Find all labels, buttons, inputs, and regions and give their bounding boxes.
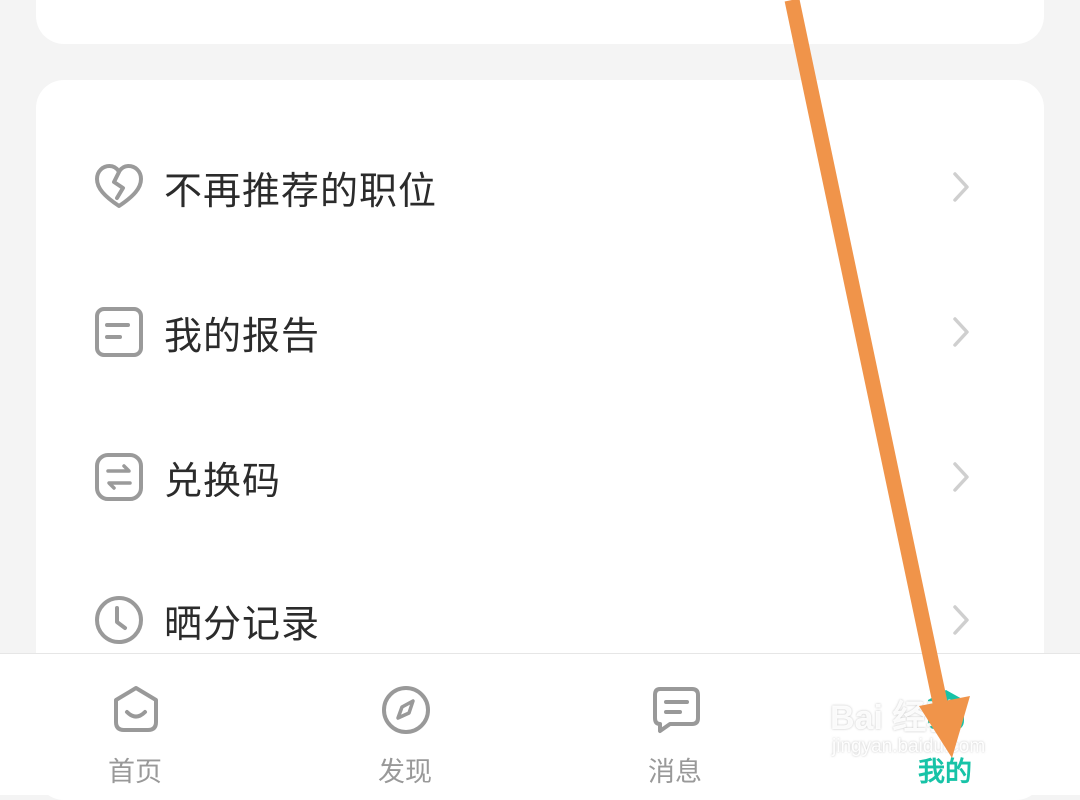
chevron-right-icon [946, 600, 976, 640]
tab-label: 首页 [108, 757, 162, 788]
home-smile-icon [110, 684, 162, 736]
chevron-right-icon [946, 312, 976, 352]
profile-icon [920, 684, 972, 736]
swap-arrows-icon [92, 450, 146, 504]
tab-profile[interactable]: 我的 [875, 654, 1015, 795]
broken-heart-icon [92, 160, 146, 214]
compass-icon [380, 684, 432, 736]
previous-section-card [36, 0, 1044, 44]
menu-item-label: 晒分记录 [164, 601, 321, 646]
tab-home[interactable]: 首页 [65, 654, 205, 795]
menu-item-my-reports[interactable]: 我的报告 [36, 282, 1044, 382]
clock-icon [92, 593, 146, 647]
tab-label: 发现 [378, 757, 432, 788]
menu-item-not-recommended-jobs[interactable]: 不再推荐的职位 [36, 137, 1044, 237]
tab-label: 我的 [918, 757, 972, 788]
tab-discover[interactable]: 发现 [335, 654, 475, 795]
tab-label: 消息 [648, 757, 702, 788]
tab-messages[interactable]: 消息 [605, 654, 745, 795]
menu-item-label: 兑换码 [164, 458, 282, 503]
bottom-tab-bar: 首页 发现 消息 我的 [0, 653, 1080, 795]
menu-item-label: 我的报告 [164, 313, 321, 358]
message-icon [650, 684, 702, 736]
chevron-right-icon [946, 457, 976, 497]
document-icon [92, 305, 146, 359]
chevron-right-icon [946, 167, 976, 207]
menu-item-label: 不再推荐的职位 [164, 168, 438, 213]
menu-item-redeem-code[interactable]: 兑换码 [36, 427, 1044, 527]
